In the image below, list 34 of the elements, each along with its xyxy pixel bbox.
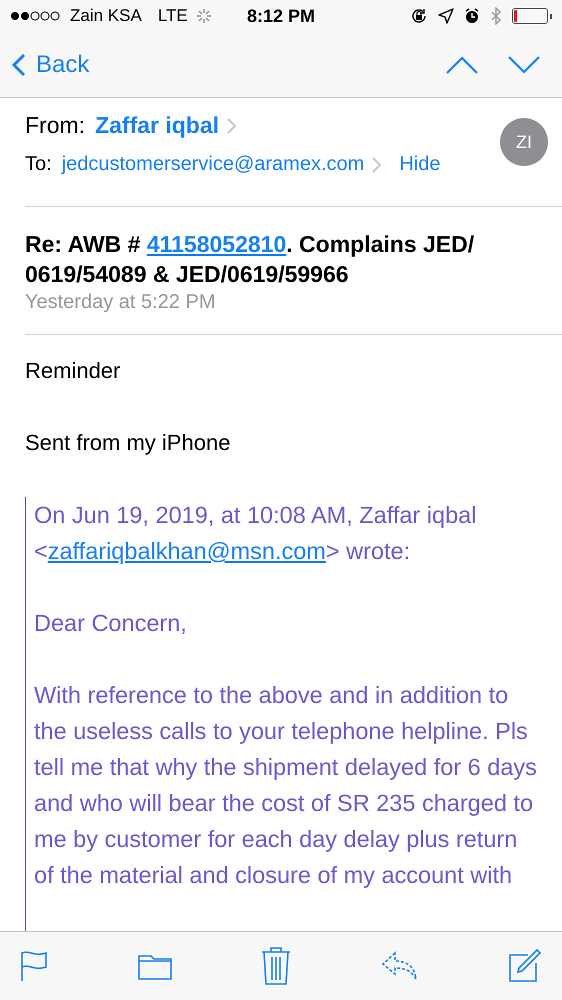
back-chevron-icon <box>12 52 26 76</box>
quote-header: On Jun 19, 2019, at 10:08 AM, Zaffar iqbal <zaffariqbalkhan@msn.com> wrote: <box>34 501 478 566</box>
folder-icon[interactable] <box>138 952 172 980</box>
date-text: Yesterday at 5:22 PM <box>24 290 216 315</box>
hide-link[interactable]: Hide <box>399 153 440 176</box>
reply-icon[interactable] <box>380 951 418 981</box>
network-type: LTE <box>158 6 188 26</box>
location-icon <box>438 8 454 24</box>
quote-text: With reference to the above and in addition to the useless calls to your telephone helpline. Pls tell me that why the shipment delayed for 6 days and who will bear the cost of SR 235 charged to me by customer for each day delay plus return of the material and closure of my account with <box>34 681 538 890</box>
spinner-icon <box>196 8 212 24</box>
flag-icon[interactable] <box>20 950 48 982</box>
status-time: 8:12 PM <box>246 6 316 26</box>
signal-icon <box>10 10 62 22</box>
rotation-lock-icon <box>410 7 428 25</box>
back-button[interactable]: Back <box>12 50 90 78</box>
trash-icon[interactable] <box>261 947 291 985</box>
carrier-name: Zain KSA <box>70 6 142 26</box>
avatar: ZI <box>500 118 548 166</box>
battery-icon <box>512 8 548 24</box>
subject-text: Re: AWB # 41158052810. Complains JED/ 0619/54089 & JED/0619/59966 <box>24 230 476 289</box>
quote-text: Dear Concern, <box>34 609 188 638</box>
chevron-icon <box>227 118 236 134</box>
alarm-icon <box>464 8 480 24</box>
sender-link[interactable]: Zaffar iqbal <box>95 112 220 139</box>
awb-link[interactable]: 41158052810 <box>146 231 286 257</box>
recipient-link[interactable]: jedcustomerservice@aramex.com <box>62 153 364 176</box>
chevron-icon <box>372 156 382 172</box>
email-link[interactable]: zaffariqbalkhan@msn.com <box>48 538 326 564</box>
body-text: Reminder <box>25 357 122 385</box>
compose-icon[interactable] <box>508 949 542 983</box>
body-text: Sent from my iPhone <box>25 429 232 457</box>
to-label: To: <box>25 153 52 176</box>
from-label: From: <box>25 112 86 139</box>
bluetooth-icon <box>490 7 502 25</box>
